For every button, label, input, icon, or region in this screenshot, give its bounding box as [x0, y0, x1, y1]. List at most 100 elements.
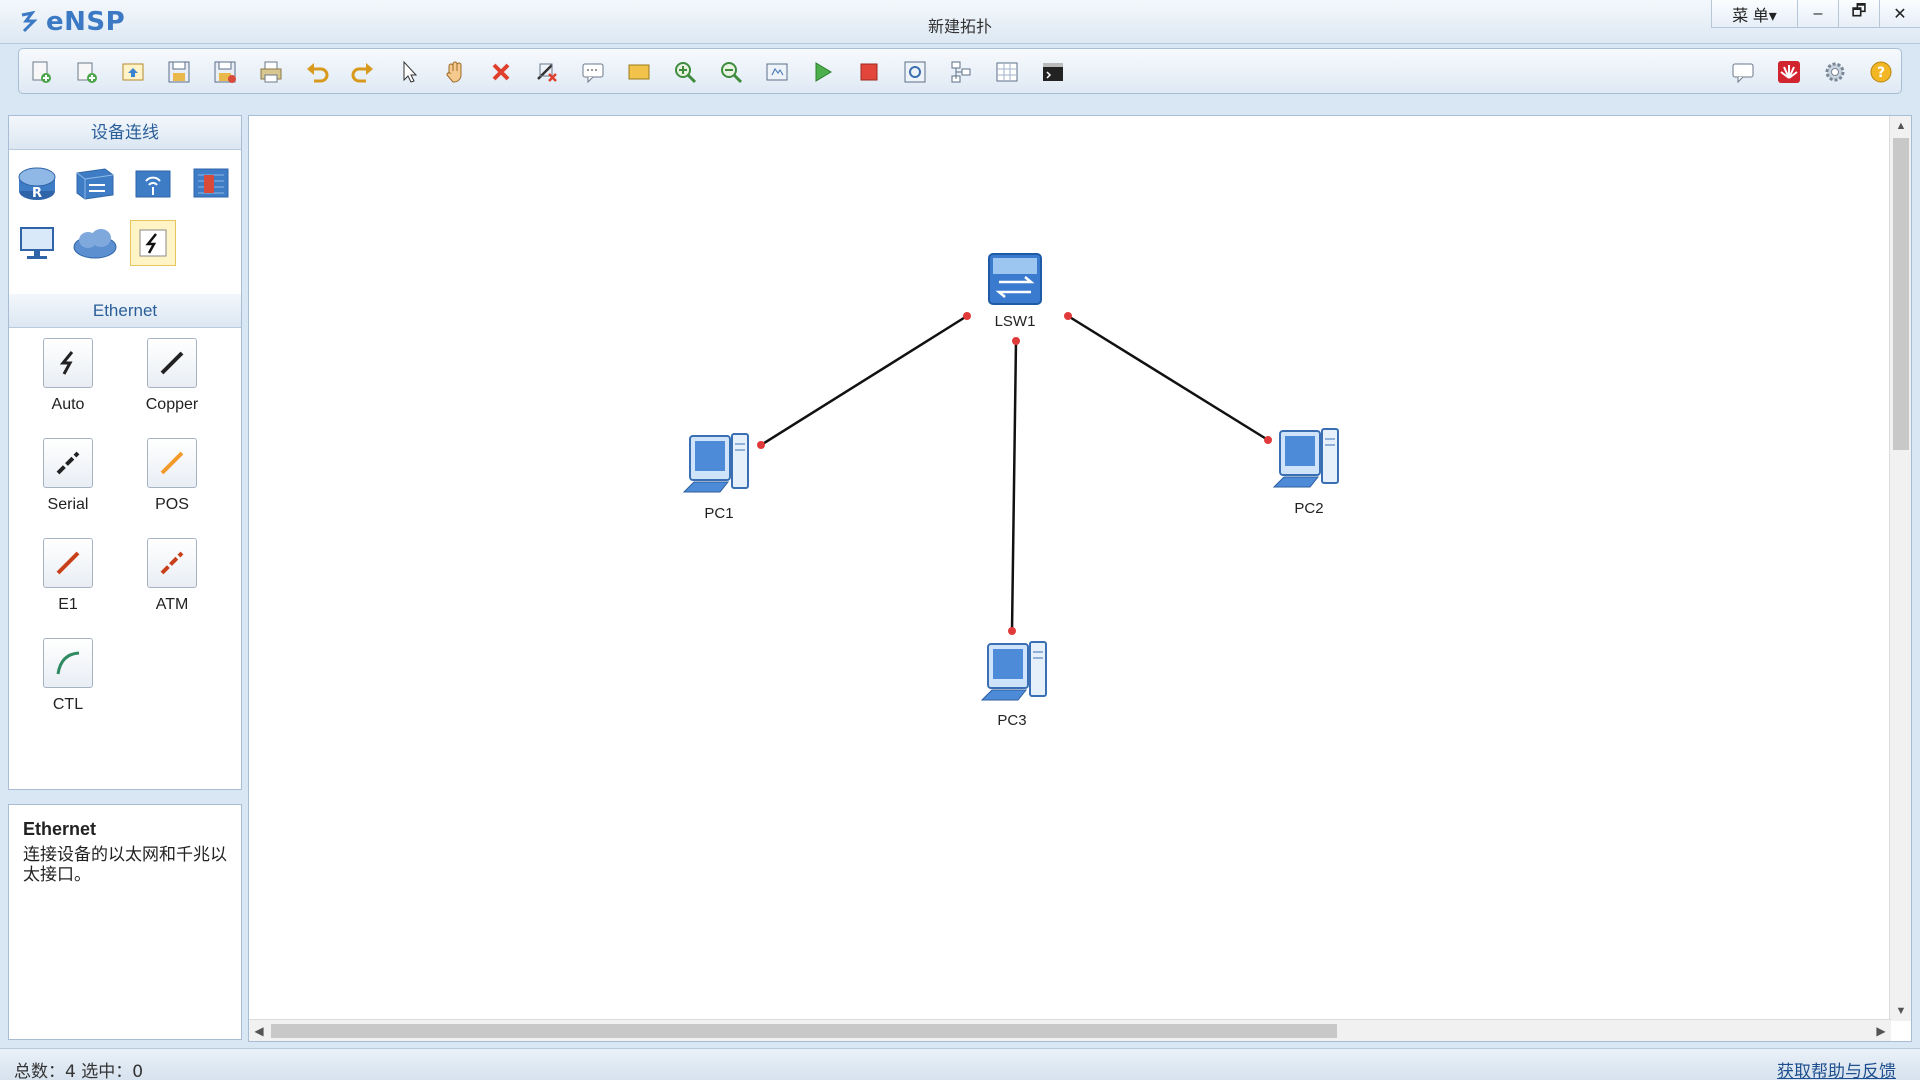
- print-icon[interactable]: [257, 58, 285, 86]
- wireless-icon[interactable]: [130, 160, 176, 206]
- link-lsw1-pc3[interactable]: [1010, 340, 1018, 632]
- chat-icon[interactable]: [1729, 58, 1757, 86]
- cable-ctl[interactable]: CTL: [23, 638, 113, 728]
- app-logo: eNSP: [18, 7, 126, 37]
- app-logo-text: eNSP: [46, 7, 126, 37]
- cable-label: Auto: [51, 396, 85, 413]
- minimize-button[interactable]: –: [1797, 0, 1838, 28]
- open-icon[interactable]: [119, 58, 147, 86]
- start-device-icon[interactable]: [809, 58, 837, 86]
- scroll-down-arrow[interactable]: ▼: [1890, 1001, 1911, 1021]
- vertical-scrollbar[interactable]: ▲ ▼: [1889, 116, 1911, 1021]
- cable-copper-icon: [147, 338, 197, 388]
- cable-label: Serial: [47, 496, 89, 513]
- pc-terminal-icon[interactable]: [14, 220, 60, 266]
- menu-button[interactable]: 菜 单▾: [1711, 0, 1797, 28]
- node-label-pc2: PC2: [1294, 500, 1323, 517]
- cable-pos-icon: [147, 438, 197, 488]
- cloud-icon[interactable]: [72, 220, 118, 266]
- node-label-lsw1: LSW1: [995, 313, 1036, 330]
- restore-button[interactable]: 🗗: [1838, 0, 1879, 28]
- cable-ctl-icon: [43, 638, 93, 688]
- cable-pos[interactable]: POS: [127, 438, 217, 528]
- link-lsw1-pc1[interactable]: [760, 314, 968, 447]
- node-pc1[interactable]: [682, 433, 749, 493]
- topology-icon[interactable]: [947, 58, 975, 86]
- capture-icon[interactable]: [901, 58, 929, 86]
- horizontal-scroll-thumb[interactable]: [271, 1024, 1337, 1038]
- port-dot: [1012, 337, 1020, 345]
- undo-icon[interactable]: [303, 58, 331, 86]
- scroll-up-arrow[interactable]: ▲: [1890, 116, 1911, 136]
- rectangle-icon[interactable]: [625, 58, 653, 86]
- pan-hand-icon[interactable]: [441, 58, 469, 86]
- help-feedback-link[interactable]: 获取帮助与反馈: [1777, 1057, 1896, 1080]
- firewall-icon[interactable]: [188, 160, 234, 206]
- node-label-pc1: PC1: [704, 505, 733, 522]
- description-panel: Ethernet 连接设备的以太网和千兆以太接口。: [8, 804, 242, 1040]
- description-title: Ethernet: [23, 819, 97, 839]
- text-note-icon[interactable]: [579, 58, 607, 86]
- delete-icon[interactable]: [487, 58, 515, 86]
- ensp-logo-icon: [18, 10, 40, 33]
- vertical-scroll-thumb[interactable]: [1893, 138, 1909, 450]
- cli-icon[interactable]: [1039, 58, 1067, 86]
- cable-e1[interactable]: E1: [23, 538, 113, 628]
- topology-canvas[interactable]: LSW1 PC1 PC2 PC3 ▲ ▼ ◀ ▶: [248, 115, 1912, 1042]
- switch-icon[interactable]: [72, 160, 118, 206]
- select-pointer-icon[interactable]: [395, 58, 423, 86]
- router-icon[interactable]: R: [14, 160, 60, 206]
- new-example-icon[interactable]: [73, 58, 101, 86]
- node-lsw1[interactable]: [988, 253, 1042, 305]
- cable-label: E1: [58, 596, 78, 613]
- cable-serial[interactable]: Serial: [23, 438, 113, 528]
- help-icon[interactable]: ?: [1867, 58, 1895, 86]
- connection-icon[interactable]: [130, 220, 176, 266]
- device-panel: 设备连线 R Ethernet Auto Copper Serial POS E1 ATM…: [8, 115, 242, 790]
- save-as-icon[interactable]: [211, 58, 239, 86]
- cable-auto[interactable]: Auto: [23, 338, 113, 428]
- status-bar: 总数：4 选中：0 获取帮助与反馈: [0, 1048, 1920, 1080]
- port-dot: [1064, 312, 1072, 320]
- ethernet-section-title: Ethernet: [9, 294, 241, 328]
- device-category-list: R: [9, 152, 241, 292]
- grid-icon[interactable]: [993, 58, 1021, 86]
- cable-copper[interactable]: Copper: [127, 338, 217, 428]
- horizontal-scrollbar[interactable]: ◀ ▶: [249, 1019, 1891, 1041]
- port-dot: [1264, 436, 1272, 444]
- node-pc2[interactable]: [1272, 428, 1339, 488]
- zoom-in-icon[interactable]: [671, 58, 699, 86]
- link-lsw1-pc2[interactable]: [1067, 314, 1269, 442]
- scroll-left-arrow[interactable]: ◀: [249, 1020, 269, 1041]
- topology-diagram[interactable]: LSW1 PC1 PC2 PC3: [249, 116, 1889, 1021]
- cable-label: CTL: [52, 696, 84, 713]
- stop-device-icon[interactable]: [855, 58, 883, 86]
- cable-label: ATM: [155, 596, 189, 613]
- cable-serial-icon: [43, 438, 93, 488]
- status-count: 总数：4 选中：0: [14, 1062, 144, 1080]
- close-button[interactable]: ✕: [1879, 0, 1920, 28]
- cable-e1-icon: [43, 538, 93, 588]
- delete-links-icon[interactable]: [533, 58, 561, 86]
- cable-label: POS: [155, 496, 189, 513]
- redo-icon[interactable]: [349, 58, 377, 86]
- window-title: 新建拓扑: [927, 19, 992, 36]
- cable-atm[interactable]: ATM: [127, 538, 217, 628]
- node-label-pc3: PC3: [997, 712, 1026, 729]
- huawei-icon[interactable]: [1775, 58, 1803, 86]
- toolbar: ?: [18, 48, 1902, 94]
- port-dot: [757, 441, 765, 449]
- cable-auto-icon: [43, 338, 93, 388]
- cable-label: Copper: [145, 396, 199, 413]
- svg-text:?: ?: [1877, 65, 1885, 81]
- new-topology-icon[interactable]: [27, 58, 55, 86]
- port-dot: [963, 312, 971, 320]
- node-pc3[interactable]: [980, 641, 1047, 701]
- title-bar: eNSP 新建拓扑 菜 单▾ – 🗗 ✕: [0, 0, 1920, 44]
- port-dot: [1008, 627, 1016, 635]
- save-icon[interactable]: [165, 58, 193, 86]
- zoom-out-icon[interactable]: [717, 58, 745, 86]
- settings-icon[interactable]: [1821, 58, 1849, 86]
- fit-view-icon[interactable]: [763, 58, 791, 86]
- scroll-right-arrow[interactable]: ▶: [1871, 1020, 1891, 1041]
